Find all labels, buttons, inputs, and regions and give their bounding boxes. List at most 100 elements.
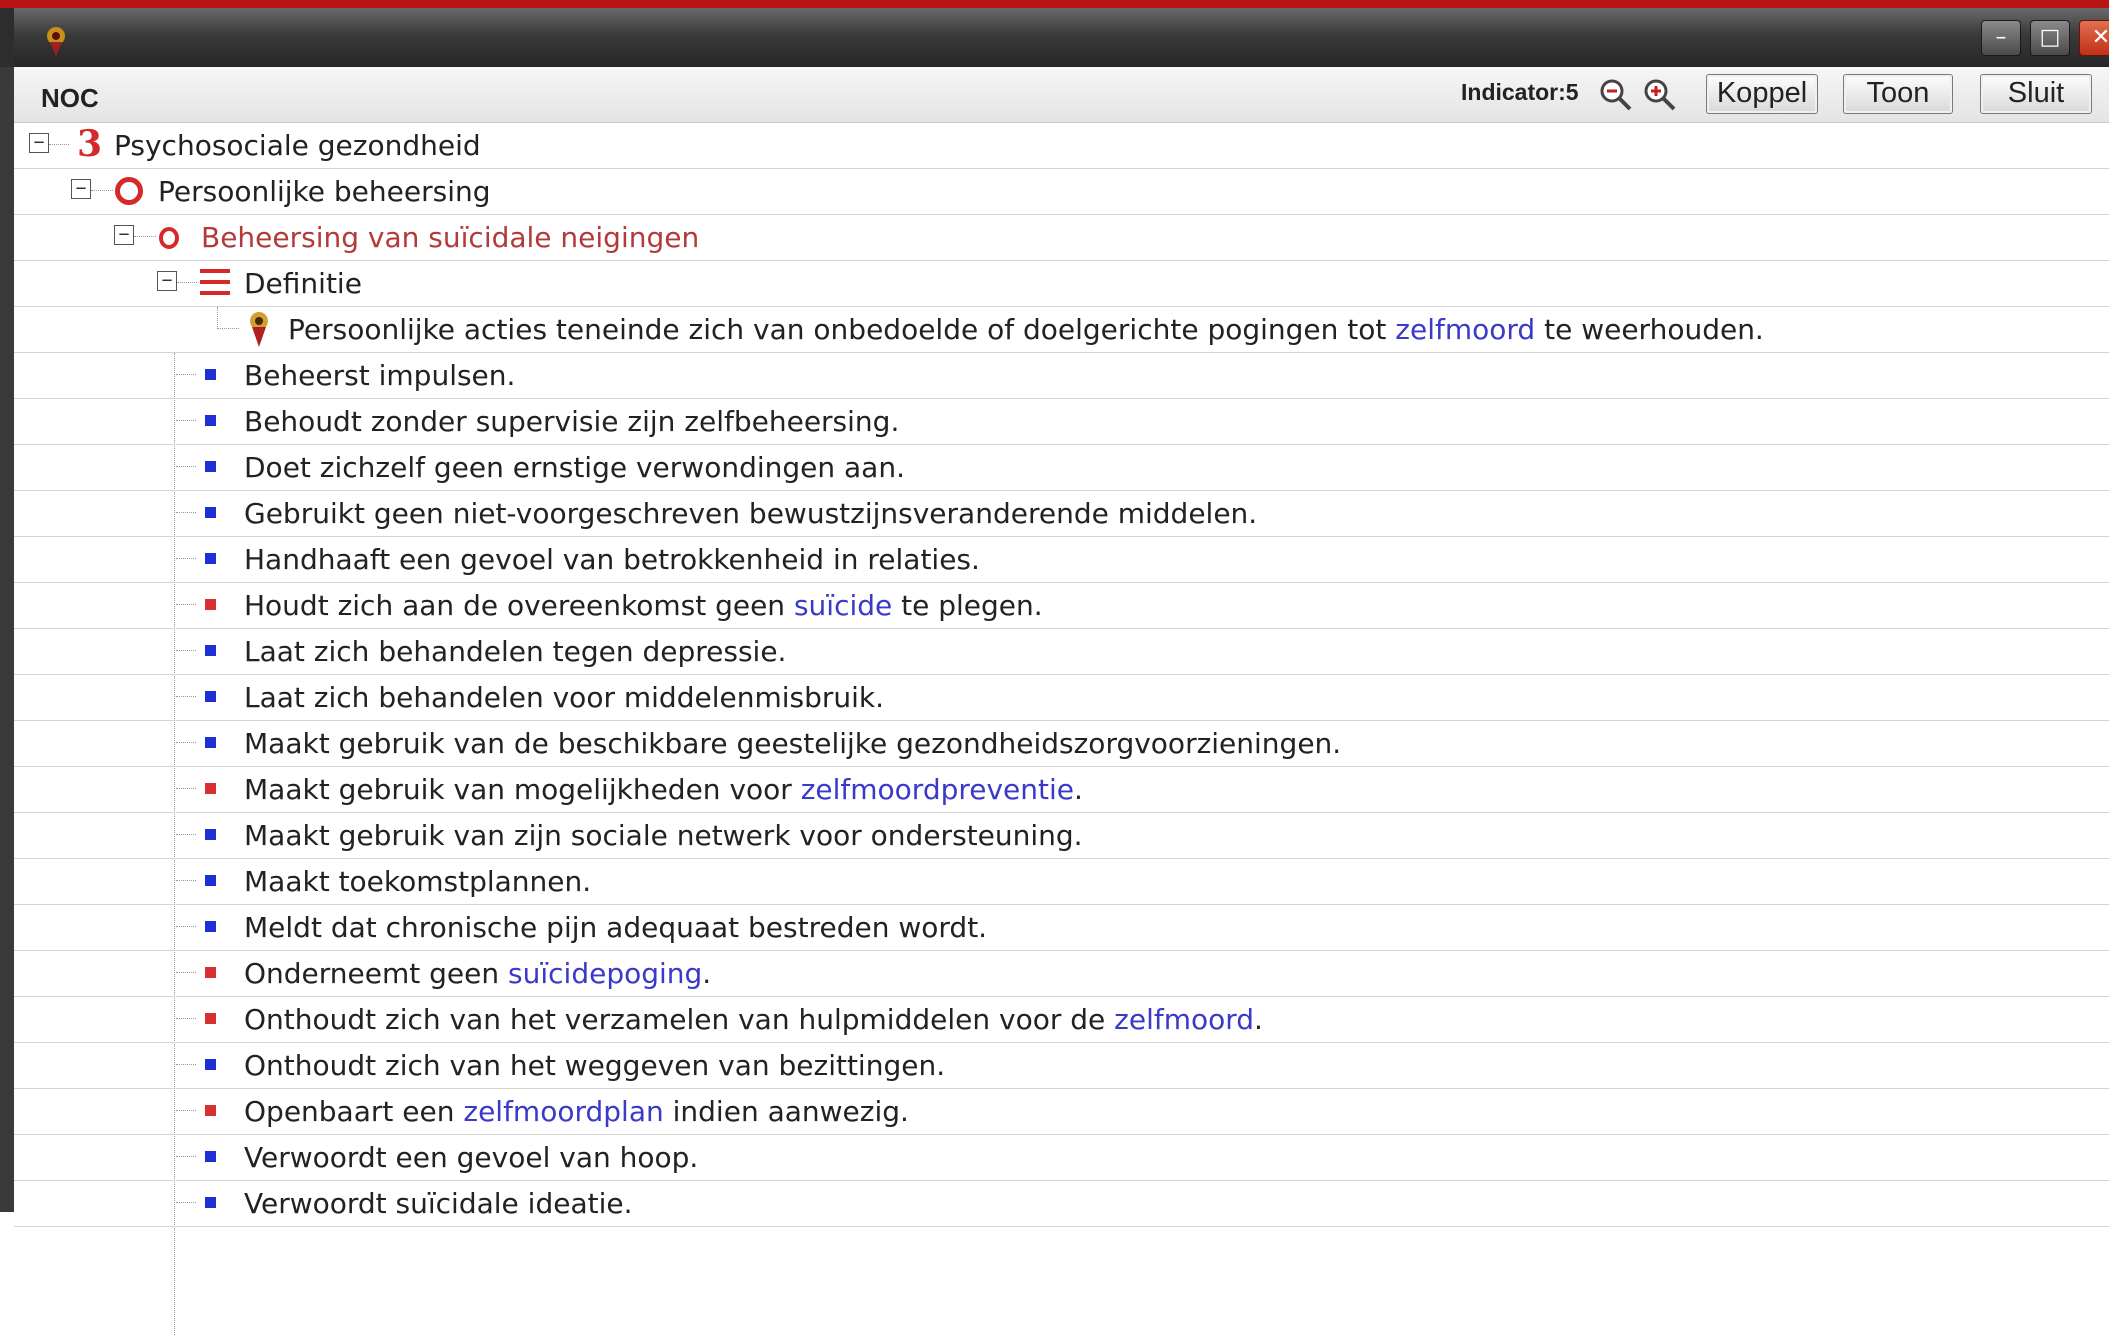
indicator-row[interactable]: Maakt toekomstplannen. — [14, 859, 2109, 905]
zoom-in-icon[interactable] — [1642, 77, 1678, 113]
indicator-label: Handhaaft een gevoel van betrokkenheid i… — [244, 543, 980, 576]
tree-connector — [176, 420, 196, 421]
indicator-label: Verwoordt een gevoel van hoop. — [244, 1141, 699, 1174]
tree-connector — [176, 926, 196, 927]
indicator-row[interactable]: Verwoordt een gevoel van hoop. — [14, 1135, 2109, 1181]
domain-label: Psychosociale gezondheid — [114, 129, 481, 162]
indicator-row[interactable]: Gebruikt geen niet-voorgeschreven bewust… — [14, 491, 2109, 537]
collapse-toggle-icon[interactable]: − — [71, 179, 91, 199]
tree-connector — [177, 282, 197, 283]
tree-connector — [176, 742, 196, 743]
indicator-label: Verwoordt suïcidale ideatie. — [244, 1187, 633, 1220]
indicator-row[interactable]: Laat zich behandelen voor middelenmisbru… — [14, 675, 2109, 721]
blue-square-bullet-icon — [205, 415, 216, 426]
tree-connector — [176, 604, 196, 605]
tree-connector — [49, 144, 69, 145]
indicator-label: Openbaart een zelfmoordplan indien aanwe… — [244, 1095, 909, 1128]
indicator-row[interactable]: Meldt dat chronische pijn adequaat bestr… — [14, 905, 2109, 951]
indicator-label: Behoudt zonder supervisie zijn zelfbehee… — [244, 405, 900, 438]
indicator-row[interactable]: Onthoudt zich van het weggeven van bezit… — [14, 1043, 2109, 1089]
list-icon — [200, 269, 230, 297]
blue-square-bullet-icon — [205, 369, 216, 380]
blue-square-bullet-icon — [205, 875, 216, 886]
blue-square-bullet-icon — [205, 553, 216, 564]
maximize-button[interactable]: □ — [2030, 20, 2070, 56]
blue-square-bullet-icon — [205, 1151, 216, 1162]
indicator-row[interactable]: Onderneemt geen suïcidepoging. — [14, 951, 2109, 997]
tree-connector — [217, 328, 239, 329]
indicator-label: Onthoudt zich van het verzamelen van hul… — [244, 1003, 1263, 1036]
tree-connector — [217, 307, 218, 329]
tree-connector — [176, 466, 196, 467]
indicator-count: Indicator:5 — [1461, 79, 1579, 105]
indicator-link[interactable]: zelfmoordpreventie — [801, 773, 1074, 806]
toolbar: NOC Indicator:5 Koppel Toon Sluit — [14, 67, 2109, 123]
toon-button[interactable]: Toon — [1843, 74, 1953, 114]
indicator-row[interactable]: Handhaaft een gevoel van betrokkenheid i… — [14, 537, 2109, 583]
indicator-row[interactable]: Verwoordt suïcidale ideatie. — [14, 1181, 2109, 1227]
tree-connector — [91, 190, 113, 191]
sluit-button[interactable]: Sluit — [1980, 74, 2092, 114]
klasse-label: Persoonlijke beheersing — [158, 175, 491, 208]
indicator-label: Maakt toekomstplannen. — [244, 865, 592, 898]
resultaat-circle-icon — [159, 227, 179, 249]
close-window-button[interactable]: ✕ — [2079, 20, 2109, 56]
indicator-row[interactable]: Onthoudt zich van het verzamelen van hul… — [14, 997, 2109, 1043]
collapse-toggle-icon[interactable]: − — [157, 271, 177, 291]
blue-square-bullet-icon — [205, 1197, 216, 1208]
collapse-toggle-icon[interactable]: − — [29, 133, 49, 153]
tree-row-resultaat[interactable]: − Beheersing van suïcidale neigingen — [14, 215, 2109, 261]
indicator-row[interactable]: Beheerst impulsen. — [14, 353, 2109, 399]
tree-connector — [176, 512, 196, 513]
indicator-label: Maakt gebruik van zijn sociale netwerk v… — [244, 819, 1083, 852]
indicator-row[interactable]: Maakt gebruik van de beschikbare geestel… — [14, 721, 2109, 767]
indicator-row[interactable]: Houdt zich aan de overeenkomst geen suïc… — [14, 583, 2109, 629]
indicator-row[interactable]: Maakt gebruik van mogelijkheden voor zel… — [14, 767, 2109, 813]
blue-square-bullet-icon — [205, 507, 216, 518]
red-square-bullet-icon — [205, 783, 216, 794]
title-bar[interactable]: – □ ✕ — [0, 8, 2109, 67]
resultaat-label: Beheersing van suïcidale neigingen — [201, 221, 700, 254]
blue-square-bullet-icon — [205, 645, 216, 656]
indicator-label: Maakt gebruik van de beschikbare geestel… — [244, 727, 1342, 760]
zoom-out-icon[interactable] — [1598, 77, 1634, 113]
indicator-link[interactable]: zelfmoord — [1114, 1003, 1254, 1036]
tree-connector — [176, 558, 196, 559]
koppel-button[interactable]: Koppel — [1706, 74, 1818, 114]
indicator-link[interactable]: suïcidepoging — [508, 957, 702, 990]
blue-square-bullet-icon — [205, 921, 216, 932]
tree-connector — [176, 834, 196, 835]
window-left-border — [0, 67, 14, 1212]
tree-connector — [176, 1202, 196, 1203]
indicator-label: Onthoudt zich van het weggeven van bezit… — [244, 1049, 946, 1082]
indicator-row[interactable]: Openbaart een zelfmoordplan indien aanwe… — [14, 1089, 2109, 1135]
collapse-toggle-icon[interactable]: − — [114, 225, 134, 245]
blue-square-bullet-icon — [205, 829, 216, 840]
tree-connector — [176, 788, 196, 789]
tree-connector — [176, 1156, 196, 1157]
app-logo-icon — [38, 22, 74, 58]
window-top-strip — [0, 0, 2109, 8]
indicator-link[interactable]: zelfmoordplan — [463, 1095, 663, 1128]
indicator-link[interactable]: suïcide — [794, 589, 892, 622]
tree-connector — [176, 1110, 196, 1111]
indicator-label: Laat zich behandelen voor middelenmisbru… — [244, 681, 885, 714]
tree-row-domain[interactable]: − 3 Psychosociale gezondheid — [14, 123, 2109, 169]
indicator-label: Doet zichzelf geen ernstige verwondingen… — [244, 451, 905, 484]
indicator-label: Laat zich behandelen tegen depressie. — [244, 635, 787, 668]
minimize-button[interactable]: – — [1981, 20, 2021, 56]
indicator-label: Maakt gebruik van mogelijkheden voor zel… — [244, 773, 1083, 806]
indicator-row[interactable]: Doet zichzelf geen ernstige verwondingen… — [14, 445, 2109, 491]
blue-square-bullet-icon — [205, 691, 216, 702]
tree-row-definitie-header[interactable]: − Definitie — [14, 261, 2109, 307]
red-square-bullet-icon — [205, 967, 216, 978]
indicator-row[interactable]: Laat zich behandelen tegen depressie. — [14, 629, 2109, 675]
tree-row-klasse[interactable]: − Persoonlijke beheersing — [14, 169, 2109, 215]
indicator-row[interactable]: Maakt gebruik van zijn sociale netwerk v… — [14, 813, 2109, 859]
definitie-link[interactable]: zelfmoord — [1395, 313, 1535, 346]
red-square-bullet-icon — [205, 1105, 216, 1116]
blue-square-bullet-icon — [205, 461, 216, 472]
indicator-row[interactable]: Behoudt zonder supervisie zijn zelfbehee… — [14, 399, 2109, 445]
tree-row-definitie[interactable]: Persoonlijke acties teneinde zich van on… — [14, 307, 2109, 353]
tree-connector — [134, 236, 156, 237]
